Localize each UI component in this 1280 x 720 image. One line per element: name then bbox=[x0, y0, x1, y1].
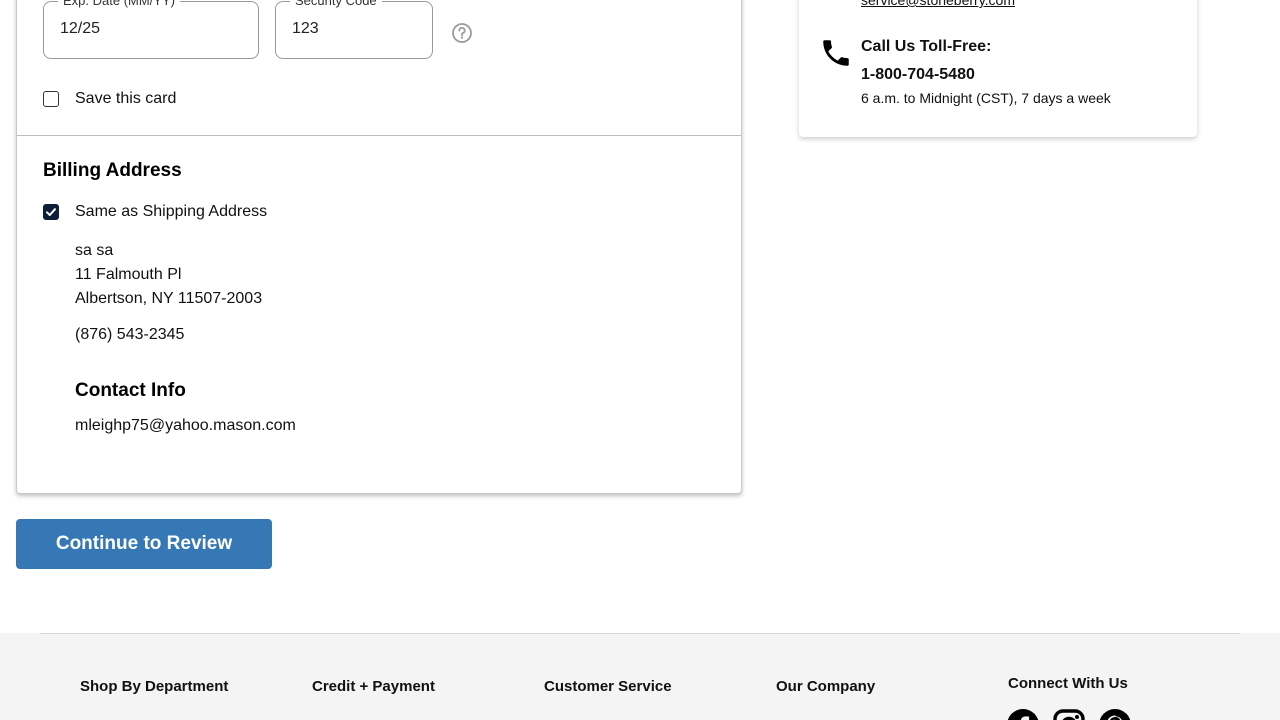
continue-to-review-button[interactable]: Continue to Review bbox=[16, 519, 272, 569]
same-as-shipping-checkbox[interactable] bbox=[43, 204, 59, 220]
section-divider bbox=[17, 135, 741, 136]
security-code-field[interactable]: Security Code bbox=[275, 0, 433, 59]
phone-icon bbox=[823, 40, 849, 66]
save-card-row[interactable]: Save this card bbox=[43, 90, 176, 108]
save-card-label: Save this card bbox=[75, 90, 177, 107]
contact-email: mleighp75@yahoo.mason.com bbox=[75, 417, 296, 434]
service-email-link[interactable]: service@stoneberry.com bbox=[861, 0, 1015, 8]
footer: Shop By Department Credit + Payment Cust… bbox=[0, 633, 1280, 720]
call-us-hours: 6 a.m. to Midnight (CST), 7 days a week bbox=[861, 90, 1111, 106]
same-as-shipping-row[interactable]: Same as Shipping Address bbox=[43, 203, 267, 221]
security-code-label: Security Code bbox=[290, 0, 382, 9]
exp-date-field[interactable]: Exp. Date (MM/YY) bbox=[43, 0, 259, 59]
billing-street: 11 Falmouth Pl bbox=[75, 266, 182, 283]
contact-info-title: Contact Info bbox=[75, 380, 186, 401]
billing-address-title: Billing Address bbox=[43, 160, 182, 181]
footer-connect-title: Connect With Us bbox=[1008, 675, 1128, 692]
payment-card: Exp. Date (MM/YY) Security Code Save thi… bbox=[16, 0, 742, 494]
footer-col-customer-service[interactable]: Customer Service bbox=[544, 678, 672, 695]
footer-divider bbox=[40, 633, 1240, 634]
check-icon bbox=[46, 208, 56, 216]
footer-col-our-company[interactable]: Our Company bbox=[776, 678, 875, 695]
facebook-icon[interactable] bbox=[1007, 709, 1039, 720]
billing-name: sa sa bbox=[75, 242, 114, 259]
call-us-number[interactable]: 1-800-704-5480 bbox=[861, 66, 975, 84]
save-card-checkbox[interactable] bbox=[43, 91, 59, 107]
pinterest-icon[interactable] bbox=[1099, 709, 1131, 720]
billing-city-state-zip: Albertson, NY 11507-2003 bbox=[75, 290, 263, 307]
exp-date-label: Exp. Date (MM/YY) bbox=[58, 0, 180, 9]
exp-date-input[interactable] bbox=[60, 20, 232, 38]
footer-col-credit-payment[interactable]: Credit + Payment bbox=[312, 678, 435, 695]
instagram-icon[interactable] bbox=[1053, 709, 1085, 720]
help-card: service@stoneberry.com Call Us Toll-Free… bbox=[799, 0, 1197, 137]
help-icon[interactable] bbox=[451, 22, 473, 44]
same-as-shipping-label: Same as Shipping Address bbox=[75, 203, 268, 220]
security-code-input[interactable] bbox=[292, 20, 417, 38]
footer-col-shop-by-department[interactable]: Shop By Department bbox=[80, 678, 228, 695]
call-us-title: Call Us Toll-Free: bbox=[861, 38, 992, 55]
billing-phone: (876) 543-2345 bbox=[75, 326, 185, 343]
